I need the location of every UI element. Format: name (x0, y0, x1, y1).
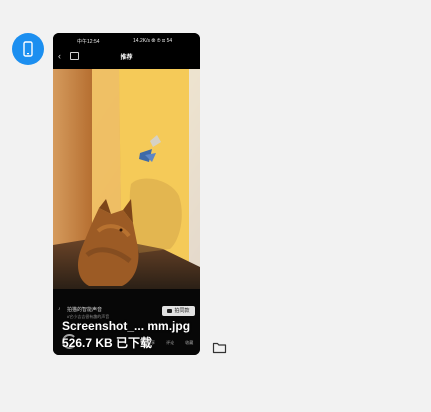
sound-title: 拍猫的智能声音 (67, 307, 103, 313)
embedded-status-bar: 中午12:54 14.2K/s ⦾ ⊛ ⊡ 54 (53, 33, 200, 47)
phone-icon (23, 41, 33, 57)
embedded-nav-bar: ‹ 推荐 (53, 47, 200, 69)
embedded-title: 推荐 (120, 55, 133, 61)
file-name: Screenshot_... mm.jpg (62, 319, 191, 333)
tool-label-comment: 评论 (166, 340, 175, 345)
music-note-icon: ♪ (58, 306, 61, 312)
image-message-bubble[interactable]: 中午12:54 14.2K/s ⦾ ⊛ ⊡ 54 ‹ 推荐 ♪ 拍猫的智能声音 … (53, 33, 200, 355)
folder-icon[interactable] (212, 341, 227, 354)
embedded-tool-labels: 分享 评论 收藏 (147, 340, 200, 346)
tool-label-favorite: 收藏 (185, 340, 194, 345)
camera-icon (167, 308, 173, 313)
cat-photo[interactable] (53, 69, 200, 289)
sender-avatar[interactable] (12, 33, 44, 65)
cat-photo-illustration (53, 69, 200, 289)
same-style-label: 拍同款 (174, 308, 190, 314)
same-style-button: 拍同款 (162, 306, 195, 316)
embedded-video-info: ♪ 拍猫的智能声音 #它小吉吉很有趣的声音 拍同款 Screenshot_...… (53, 289, 200, 355)
tool-label-share: 分享 (147, 340, 155, 345)
status-indicators: 14.2K/s ⦾ ⊛ ⊡ 54 (133, 38, 173, 44)
status-time: 中午12:54 (77, 39, 100, 45)
file-size-status: 526.7 KB 已下载 (62, 336, 153, 350)
